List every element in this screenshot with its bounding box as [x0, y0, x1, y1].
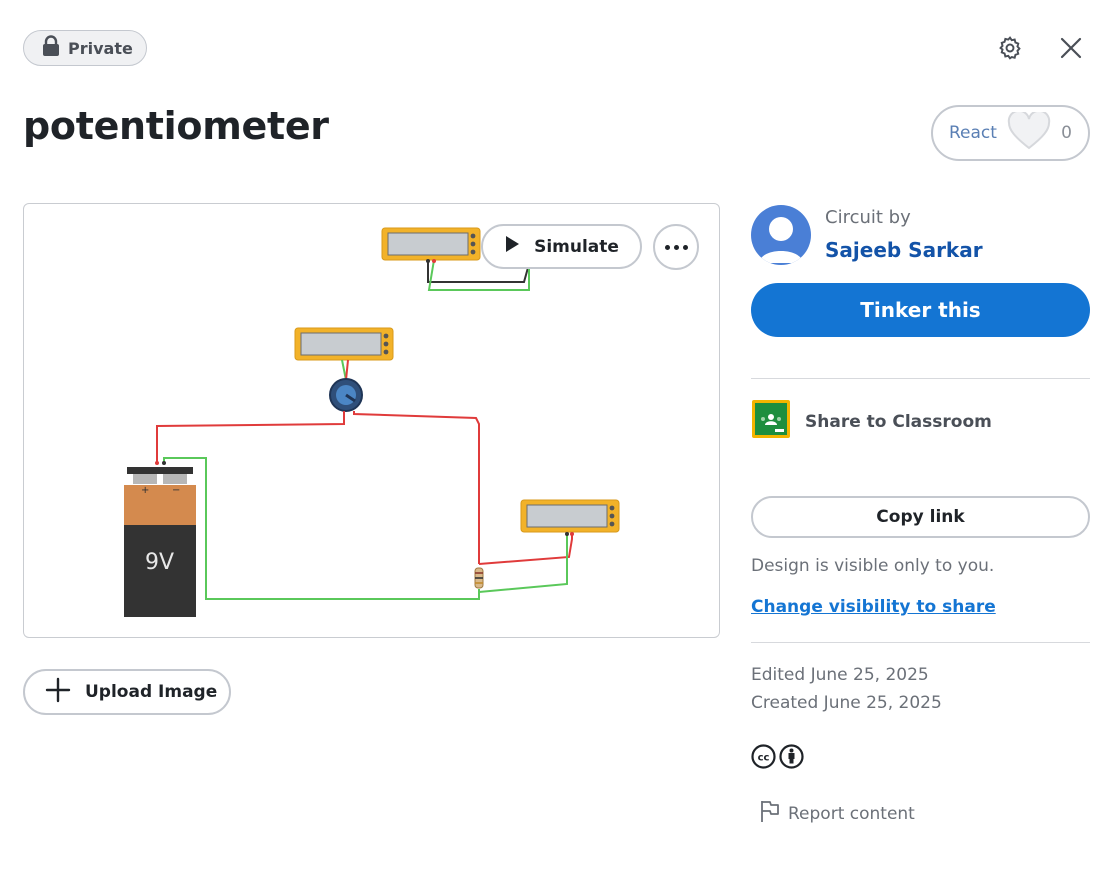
- change-visibility-link[interactable]: Change visibility to share: [751, 597, 996, 617]
- share-to-classroom-label: Share to Classroom: [805, 411, 992, 432]
- design-title: potentiometer: [23, 104, 329, 148]
- created-date: Created June 25, 2025: [751, 693, 942, 713]
- share-to-classroom-button[interactable]: Share to Classroom: [751, 399, 992, 444]
- plus-icon: [45, 677, 71, 708]
- multimeter-top: [381, 227, 481, 261]
- svg-text:cc: cc: [758, 753, 770, 764]
- settings-gear-icon[interactable]: [995, 33, 1025, 63]
- resistor: [474, 567, 484, 589]
- tinker-this-button[interactable]: Tinker this: [751, 283, 1090, 337]
- author-name-link[interactable]: Sajeeb Sarkar: [825, 238, 983, 262]
- simulate-button[interactable]: Simulate: [481, 224, 642, 269]
- react-label: React: [949, 123, 997, 143]
- report-content-button[interactable]: Report content: [760, 799, 915, 828]
- lock-icon: [42, 35, 60, 61]
- battery-9v: [124, 461, 196, 617]
- potentiometer: [329, 378, 363, 412]
- close-icon[interactable]: [1056, 33, 1086, 63]
- report-content-label: Report content: [788, 803, 915, 824]
- license-icons[interactable]: cc: [751, 744, 804, 773]
- attribution-icon: [779, 744, 804, 773]
- upload-image-button[interactable]: Upload Image: [23, 669, 231, 715]
- multimeter-right: [520, 499, 620, 533]
- edited-date: Edited June 25, 2025: [751, 665, 929, 685]
- avatar[interactable]: [751, 205, 811, 265]
- google-classroom-icon: [751, 399, 791, 444]
- creative-commons-icon: cc: [751, 744, 776, 773]
- upload-image-label: Upload Image: [85, 682, 218, 702]
- react-count: 0: [1061, 123, 1072, 143]
- more-options-button[interactable]: [653, 224, 699, 270]
- simulate-label: Simulate: [534, 236, 619, 257]
- battery-minus-label: −: [172, 485, 181, 496]
- divider: [751, 378, 1090, 379]
- visibility-badge[interactable]: Private: [23, 30, 147, 66]
- visibility-note: Design is visible only to you.: [751, 556, 995, 576]
- heart-icon: [1007, 109, 1051, 155]
- battery-plus-label: +: [141, 485, 150, 496]
- circuit-by-label: Circuit by: [825, 207, 911, 228]
- ellipsis-icon: [664, 244, 670, 250]
- divider: [751, 642, 1090, 643]
- multimeter-middle: [294, 327, 394, 361]
- react-button[interactable]: React 0: [931, 105, 1090, 161]
- flag-icon: [760, 799, 780, 828]
- visibility-label: Private: [68, 38, 133, 58]
- copy-link-button[interactable]: Copy link: [751, 496, 1090, 538]
- battery-voltage-label: 9V: [145, 550, 175, 575]
- play-icon: [504, 235, 520, 258]
